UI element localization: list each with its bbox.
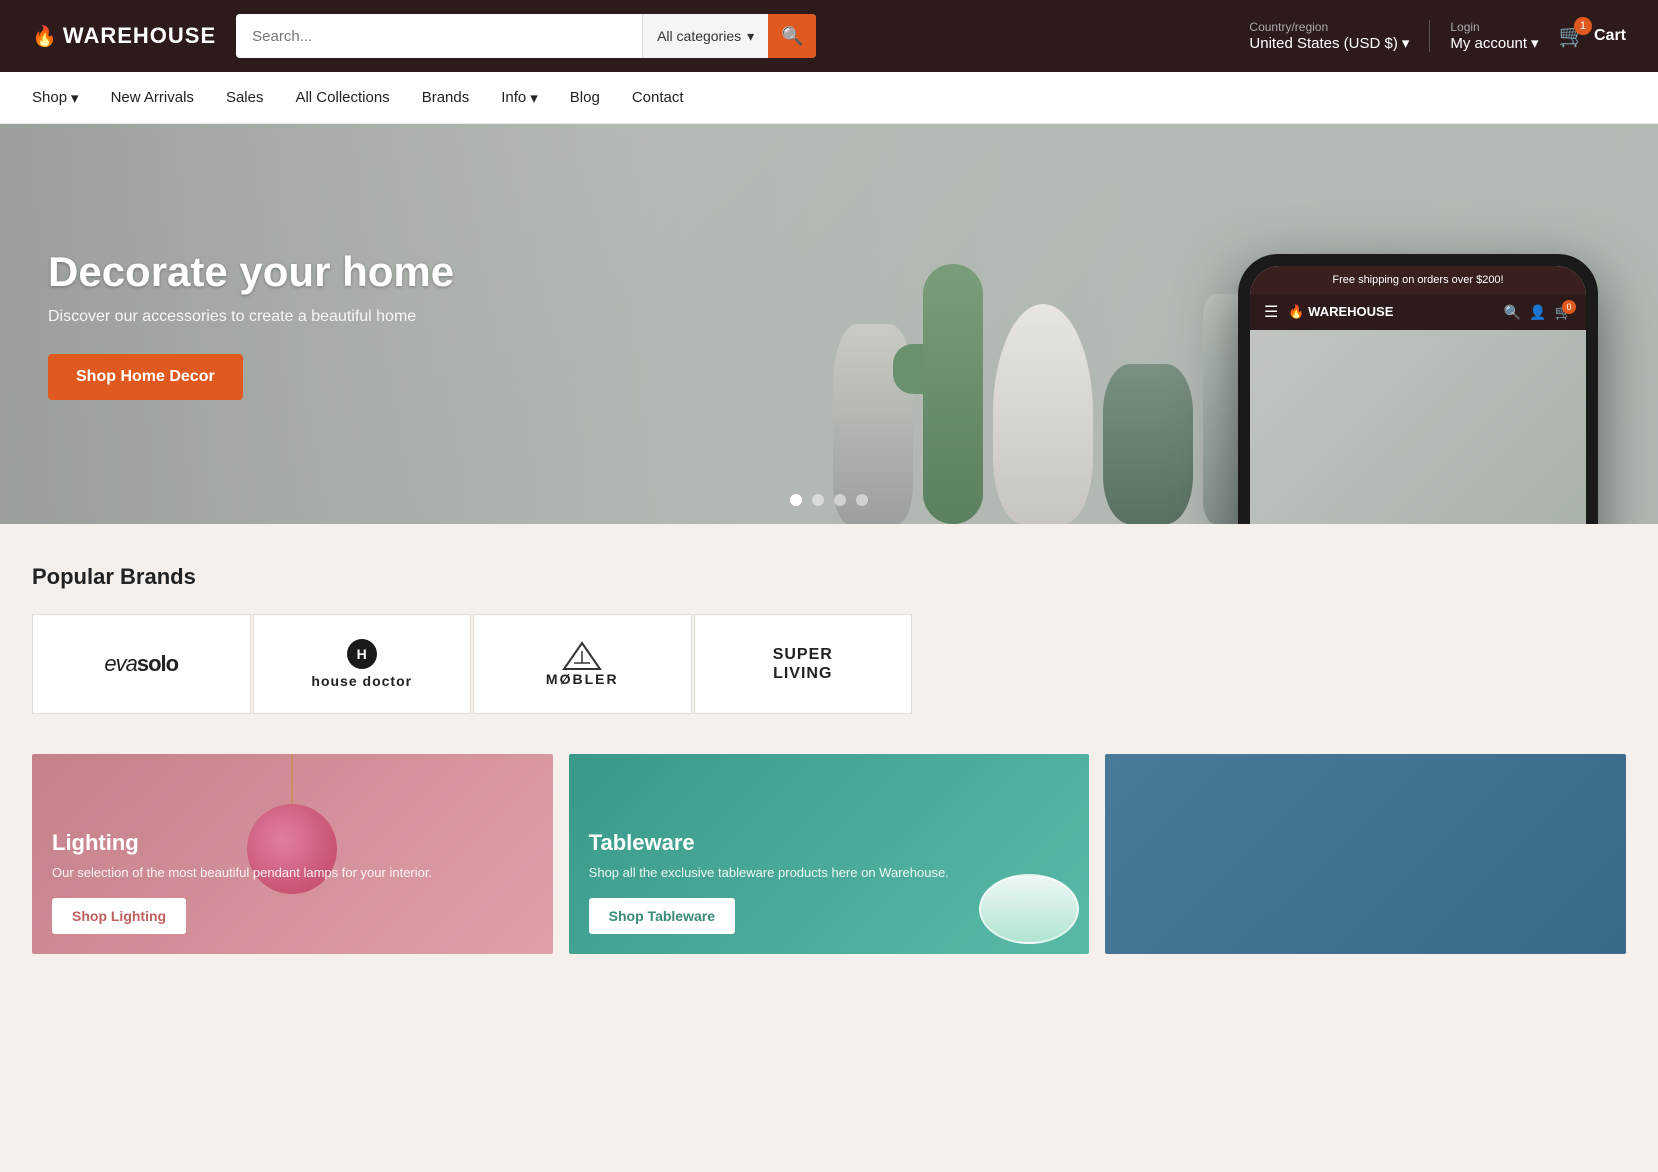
cart-area[interactable]: 🛒 1 Cart: [1559, 23, 1626, 49]
search-icon: 🔍: [781, 26, 803, 47]
chevron-down-icon: ▾: [71, 89, 79, 107]
mobile-nav-right: 🔍 👤 🛒 0: [1504, 304, 1572, 321]
hero-dots: [790, 494, 868, 506]
brand-card-mobler[interactable]: MØBLER: [473, 614, 692, 714]
hero-dot-1[interactable]: [790, 494, 802, 506]
lighting-cat-title: Lighting: [52, 830, 533, 856]
nav-item-contact[interactable]: Contact: [632, 89, 684, 106]
tableware-cat-title: Tableware: [589, 830, 1070, 856]
eva-solo-logo: evasolo: [104, 651, 178, 677]
hero-dot-3[interactable]: [834, 494, 846, 506]
popular-brands-title: Popular Brands: [32, 564, 1626, 590]
vase-decoration-4: [1103, 364, 1193, 524]
top-right-controls: Country/region United States (USD $) ▾ L…: [1249, 20, 1626, 52]
cart-badge: 1: [1574, 17, 1592, 35]
hero-title: Decorate your home: [48, 248, 454, 296]
chevron-down-icon: ▾: [530, 89, 538, 107]
popular-brands-section: Popular Brands evasolo H house doctor: [0, 524, 1658, 734]
nav-item-all-collections[interactable]: All Collections: [295, 89, 389, 106]
mobile-cart-badge: 0: [1562, 300, 1576, 314]
tableware-cat-desc: Shop all the exclusive tableware product…: [589, 864, 1070, 882]
chevron-down-icon: ▾: [1402, 34, 1410, 52]
mobile-hero: Decorate your home Discover our accessor…: [1250, 330, 1586, 524]
chevron-down-icon: ▾: [1531, 34, 1539, 52]
top-bar: 🔥 WAREHOUSE All categories ▾ 🔍 Country/r…: [0, 0, 1658, 72]
hero-subtitle: Discover our accessories to create a bea…: [48, 308, 454, 326]
hero-content: Decorate your home Discover our accessor…: [0, 248, 502, 400]
account-area[interactable]: Login My account ▾: [1450, 20, 1538, 52]
hero-dot-4[interactable]: [856, 494, 868, 506]
mobler-logo: MØBLER: [546, 641, 619, 687]
mobile-nav: ☰ 🔥 WAREHOUSE 🔍 👤 🛒 0: [1250, 294, 1586, 330]
mobile-cart-icon-wrap[interactable]: 🛒 0: [1555, 304, 1572, 321]
brand-card-super-living[interactable]: SUPER LIVING: [694, 614, 913, 714]
tableware-cta-button[interactable]: Shop Tableware: [589, 898, 735, 934]
nav-item-info[interactable]: Info ▾: [501, 89, 538, 107]
logo-text[interactable]: WAREHOUSE: [63, 23, 216, 49]
lighting-cat-desc: Our selection of the most beautiful pend…: [52, 864, 533, 882]
brand-card-house-doctor[interactable]: H house doctor: [253, 614, 472, 714]
nav-item-shop[interactable]: Shop ▾: [32, 89, 79, 107]
category-card-extra: [1105, 754, 1626, 954]
mobile-topbar: Free shipping on orders over $200!: [1250, 266, 1586, 294]
category-card-lighting: Lighting Our selection of the most beaut…: [32, 754, 553, 954]
mobile-account-icon[interactable]: 👤: [1529, 304, 1546, 321]
search-input[interactable]: [236, 14, 642, 58]
tableware-cat-content: Tableware Shop all the exclusive tablewa…: [569, 810, 1090, 954]
logo-area: 🔥 WAREHOUSE: [32, 23, 216, 49]
nav-item-new-arrivals[interactable]: New Arrivals: [111, 89, 194, 106]
nav-item-sales[interactable]: Sales: [226, 89, 264, 106]
cart-icon-wrap: 🛒 1: [1559, 23, 1586, 49]
search-button[interactable]: 🔍: [768, 14, 816, 58]
logo-icon: 🔥: [32, 24, 57, 49]
nav-item-brands[interactable]: Brands: [422, 89, 470, 106]
hero-dot-2[interactable]: [812, 494, 824, 506]
lighting-cta-button[interactable]: Shop Lighting: [52, 898, 186, 934]
categories-row: Lighting Our selection of the most beaut…: [0, 734, 1658, 974]
mobile-search-icon[interactable]: 🔍: [1504, 304, 1521, 321]
hero-cta-button[interactable]: Shop Home Decor: [48, 354, 243, 400]
brand-card-eva-solo[interactable]: evasolo: [32, 614, 251, 714]
mobile-logo: 🔥 WAREHOUSE: [1288, 304, 1393, 320]
mobile-mockup: Free shipping on orders over $200! ☰ 🔥 W…: [1238, 254, 1598, 524]
search-category-dropdown[interactable]: All categories ▾: [642, 14, 768, 58]
super-living-logo: SUPER LIVING: [773, 645, 833, 683]
main-content: Decorate your home Discover our accessor…: [0, 124, 1658, 974]
brands-grid: evasolo H house doctor MØBLER: [32, 614, 912, 714]
chevron-down-icon: ▾: [747, 28, 754, 45]
nav-bar: Shop ▾ New Arrivals Sales All Collection…: [0, 72, 1658, 124]
house-doctor-logo: H house doctor: [311, 639, 412, 689]
mobile-screen: Free shipping on orders over $200! ☰ 🔥 W…: [1250, 266, 1586, 524]
cactus-decoration: [923, 264, 983, 524]
hero-section: Decorate your home Discover our accessor…: [0, 124, 1658, 524]
mobile-hamburger-icon[interactable]: ☰: [1264, 302, 1278, 322]
nav-item-blog[interactable]: Blog: [570, 89, 600, 106]
lighting-cat-content: Lighting Our selection of the most beaut…: [32, 810, 553, 954]
vase-decoration-3: [993, 304, 1093, 524]
category-card-tableware: Tableware Shop all the exclusive tablewa…: [569, 754, 1090, 954]
country-region-selector[interactable]: Country/region United States (USD $) ▾: [1249, 20, 1430, 52]
search-bar: All categories ▾ 🔍: [236, 14, 816, 58]
